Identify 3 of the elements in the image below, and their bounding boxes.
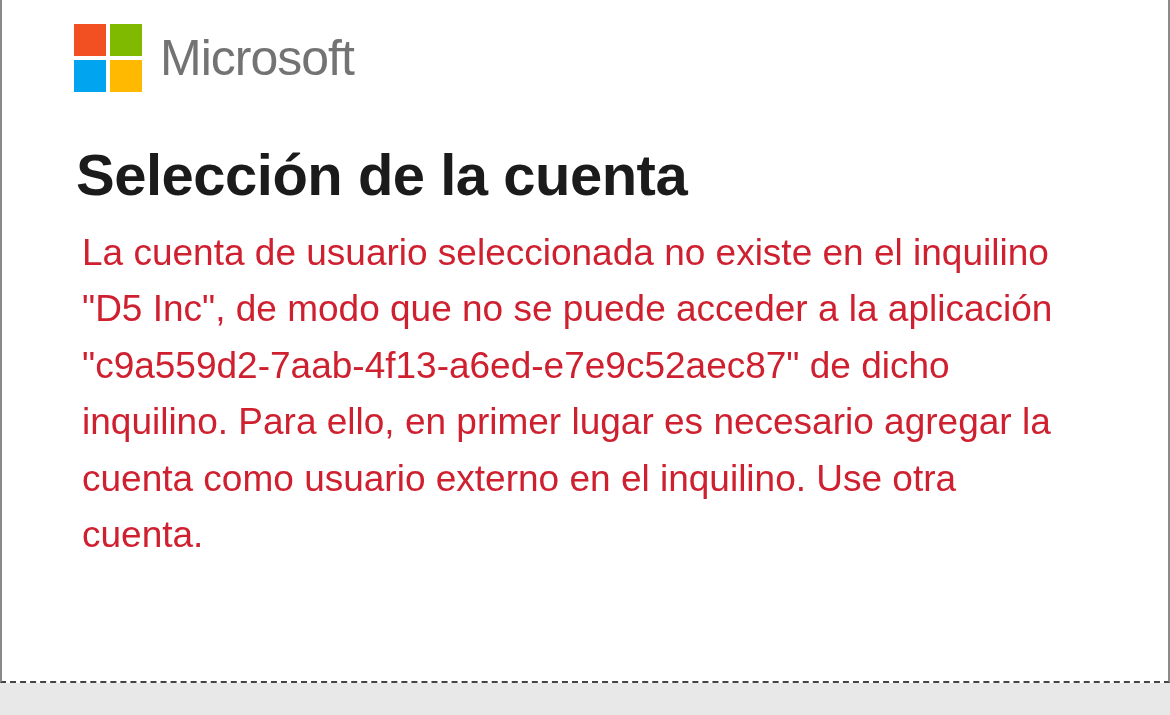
- error-message: La cuenta de usuario seleccionada no existe en el inquilino "D5 Inc", de modo que no se puede acceder a la aplicación "c9a559d2-7aab-4f13-a6ed-e7e9c52aec87" de dicho inquilino. Para ello, en primer lugar es necesario agregar la cuenta como usuario externo en el inquilino. Use otra cuenta.: [82, 230, 1054, 558]
- brand-name: Microsoft: [160, 29, 354, 87]
- page-title: Selección de la cuenta: [76, 142, 689, 209]
